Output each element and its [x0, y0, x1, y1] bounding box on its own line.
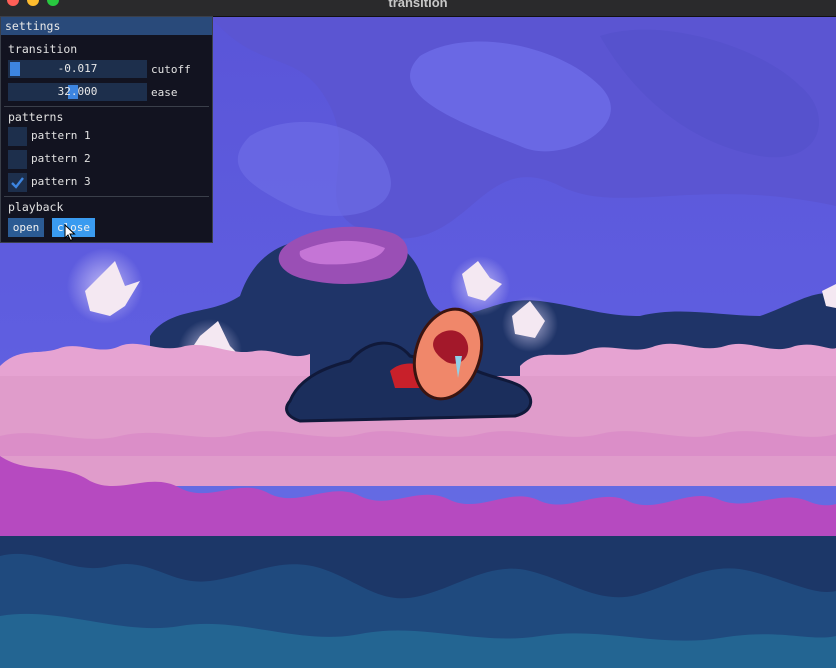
pattern-2-label: pattern 2 [31, 152, 91, 165]
settings-panel-title[interactable]: settings [1, 17, 212, 35]
ease-slider[interactable]: 32.000 [8, 83, 147, 101]
separator [4, 106, 209, 107]
cutoff-slider-value: -0.017 [57, 62, 98, 75]
patterns-section-label: patterns [8, 110, 64, 124]
separator [4, 196, 209, 197]
checkbox-box[interactable] [8, 173, 27, 192]
transition-section-label: transition [8, 42, 78, 56]
title-bar: transition [0, 0, 836, 17]
ease-label: ease [151, 86, 178, 99]
app-window: transition settings transition -0.017 cu… [0, 0, 836, 668]
mouse-cursor-icon [64, 224, 76, 242]
checkbox-box[interactable] [8, 127, 27, 146]
pattern-1-label: pattern 1 [31, 129, 91, 142]
checkbox-box[interactable] [8, 150, 27, 169]
cutoff-label: cutoff [151, 63, 191, 76]
open-button[interactable]: open [8, 218, 44, 237]
checkmark-icon [11, 177, 24, 189]
ease-slider-value: 32.000 [57, 85, 98, 98]
pattern-3-label: pattern 3 [31, 175, 91, 188]
settings-panel: settings transition -0.017 cutoff 32.000… [0, 16, 213, 243]
window-title: transition [388, 0, 448, 10]
cutoff-slider[interactable]: -0.017 [8, 60, 147, 78]
playback-section-label: playback [8, 200, 64, 214]
